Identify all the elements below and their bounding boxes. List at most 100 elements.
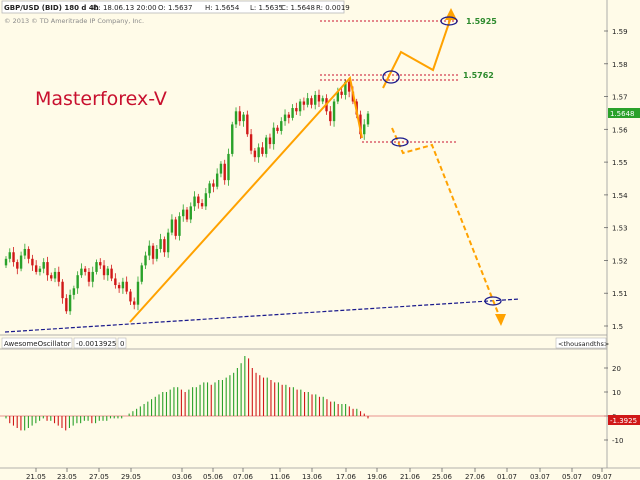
time-tick-label: 01.07	[497, 473, 517, 480]
candle-body	[42, 262, 45, 269]
candle-body	[329, 111, 332, 122]
candle-body	[16, 262, 19, 269]
candle-body	[4, 258, 8, 266]
candle-body	[34, 265, 38, 272]
time-tick-label: 25.06	[432, 473, 453, 480]
candle-body	[197, 196, 200, 204]
candle-body	[340, 91, 343, 95]
price-tick-label: 1.52	[612, 257, 628, 265]
high-label: H: 1.5654	[205, 4, 240, 12]
time-tick-label: 21.05	[26, 473, 46, 480]
candle-body	[208, 183, 211, 194]
osc-tick-label: 10	[612, 389, 621, 397]
open-label: O: 1.5637	[158, 4, 192, 12]
watermark-text: Masterforex-V	[35, 88, 167, 110]
units-label: <thousandths>	[558, 340, 609, 348]
candle-body	[253, 150, 257, 158]
candle-body	[321, 98, 324, 102]
symbol-label: GBP/USD (BID) 180 d 4h	[4, 4, 99, 12]
candle-body	[276, 127, 279, 131]
candle-body	[68, 294, 72, 312]
trading-chart: GBP/USD (BID) 180 d 4h D: 18.06.13 20:00…	[0, 0, 640, 480]
oscillator-flag-label: 0	[120, 340, 124, 348]
candle-body	[61, 281, 64, 299]
candle-body	[363, 124, 366, 135]
candle-body	[31, 258, 34, 266]
candle-body	[148, 245, 151, 256]
candle-body	[19, 255, 23, 269]
time-tick-label: 21.06	[400, 473, 421, 480]
candle-body	[133, 301, 136, 305]
candle-body	[27, 248, 30, 259]
oscillator-value-label: -0.0013925	[76, 340, 116, 348]
candle-body	[8, 252, 11, 259]
candle-body	[280, 121, 283, 131]
candle-body	[283, 114, 287, 122]
price-tick-label: 1.56	[612, 126, 628, 134]
candle-body	[114, 278, 117, 286]
price-tick-label: 1.55	[612, 159, 628, 167]
candle-body	[125, 281, 128, 292]
candle-body	[76, 275, 79, 289]
candle-body	[238, 111, 241, 122]
close-label: C: 1.5648	[281, 4, 315, 12]
date-label: D: 18.06.13 20:00	[93, 4, 157, 12]
price-tick-label: 1.57	[612, 94, 628, 102]
price-tick-label: 1.54	[612, 192, 628, 200]
candle-body	[95, 262, 98, 272]
candle-body	[117, 285, 121, 289]
candle-body	[314, 94, 317, 105]
time-tick-label: 13.06	[302, 473, 323, 480]
candle-body	[140, 265, 143, 282]
candle-body	[272, 127, 275, 145]
candle-body	[53, 271, 57, 279]
candle-body	[257, 147, 260, 158]
candle-body	[193, 196, 196, 207]
osc-tick-label: -10	[612, 437, 623, 445]
candle-body	[249, 134, 253, 151]
candle-body	[50, 275, 53, 279]
candle-body	[215, 173, 219, 187]
candle-body	[189, 206, 192, 220]
candle-body	[80, 268, 83, 276]
candle-body	[366, 113, 370, 125]
price-tick-label: 1.5	[612, 323, 623, 331]
time-tick-label: 03.07	[530, 473, 550, 480]
candle-body	[246, 114, 249, 135]
candle-body	[310, 98, 313, 105]
candle-body	[347, 81, 351, 92]
time-tick-label: 05.06	[203, 473, 224, 480]
candle-body	[182, 209, 185, 217]
candle-body	[317, 94, 321, 102]
time-tick-label: 07.06	[233, 473, 254, 480]
candle-body	[178, 216, 181, 236]
candle-body	[200, 203, 204, 207]
candle-body	[91, 271, 94, 282]
candle-body	[155, 248, 159, 259]
candle-body	[110, 268, 113, 279]
oscillator-name-label: AwesomeOscillator	[4, 340, 71, 348]
candle-body	[83, 268, 87, 272]
time-tick-label: 27.05	[89, 473, 109, 480]
candle-body	[332, 101, 336, 122]
candle-body	[121, 281, 125, 289]
oscillator-current-label: -1.3925	[610, 417, 637, 425]
candle-body	[72, 288, 76, 295]
low-label: L: 1.5635	[250, 4, 283, 12]
candle-body	[65, 298, 68, 312]
candle-body	[268, 137, 272, 145]
time-tick-label: 03.06	[172, 473, 193, 480]
time-tick-label: 17.06	[336, 473, 357, 480]
candle-body	[212, 183, 215, 187]
candle-body	[204, 193, 208, 207]
candle-body	[302, 101, 306, 105]
candle-body	[231, 124, 234, 154]
candle-body	[166, 232, 170, 253]
candle-body	[306, 98, 309, 105]
time-tick-label: 05.07	[562, 473, 582, 480]
candle-body	[102, 265, 106, 276]
time-tick-label: 09.07	[592, 473, 612, 480]
candle-body	[144, 255, 147, 266]
candle-body	[223, 163, 226, 181]
time-tick-label: 23.05	[57, 473, 77, 480]
